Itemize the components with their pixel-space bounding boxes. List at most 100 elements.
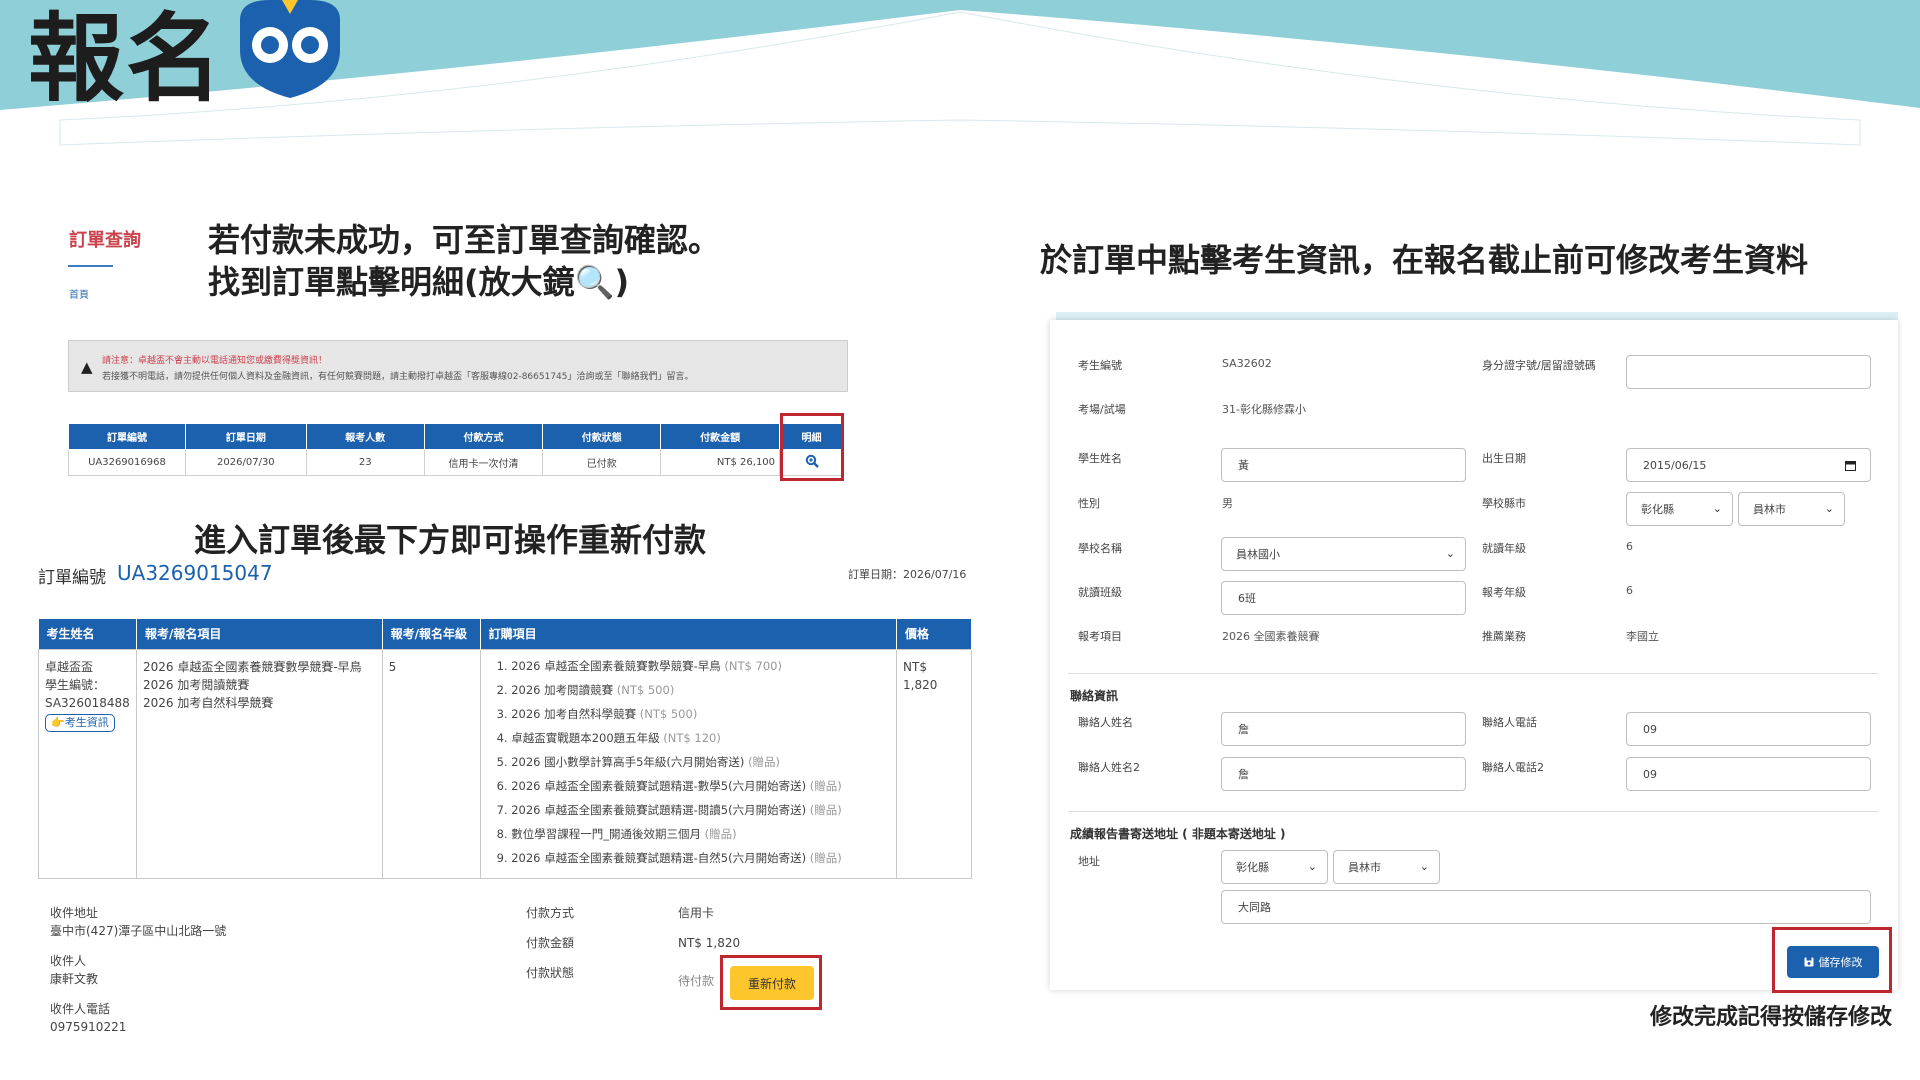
school-name-label: 學校名稱 xyxy=(1078,542,1122,555)
col-grade: 報考/報名年級 xyxy=(382,619,481,649)
mascot-99-logo xyxy=(240,0,340,98)
title-underline xyxy=(68,265,113,267)
scam-warning-notice: ▲ 請注意：卓越盃不會主動以電話通知您或繳費得獎資訊！ 若接獲不明電話，請勿提供… xyxy=(68,340,848,392)
highlight-detail-box xyxy=(780,413,844,481)
contact-name2-label: 聯絡人姓名2 xyxy=(1078,761,1140,774)
school-county-select[interactable]: 彰化縣 ⌄ xyxy=(1626,492,1733,526)
class-input[interactable]: 6班 xyxy=(1221,581,1466,615)
chevron-down-icon: ⌄ xyxy=(1712,502,1722,515)
contact-phone2-input[interactable]: 09 xyxy=(1626,757,1871,791)
exam-item-label: 報考項目 xyxy=(1078,630,1122,643)
shipping-address: 臺中市(427)潭子區中山北路一號 xyxy=(50,924,227,938)
purchase-item: 3. 2026 加考自然科學競賽 (NT$ 500) xyxy=(496,706,698,721)
recipient-phone: 0975910221 xyxy=(50,1020,127,1034)
highlight-repay-box xyxy=(720,955,822,1010)
pay-amount-label: 付款金額 xyxy=(526,936,575,950)
instruction-step2: 進入訂單後最下方即可操作重新付款 xyxy=(194,521,707,559)
cell-order-no: UA3269016968 xyxy=(68,449,186,476)
exam-item: 2026 全國素養競賽 xyxy=(1222,630,1320,643)
birth-date-input[interactable]: 2015/06/15 xyxy=(1626,448,1871,482)
contact-name-label: 聯絡人姓名 xyxy=(1078,716,1133,729)
student-id-label: 學生編號： xyxy=(45,677,106,692)
student-info-button[interactable]: 👉考生資訊 xyxy=(45,713,115,732)
school-name-select[interactable]: 員林國小 ⌄ xyxy=(1221,537,1466,571)
purchase-item: 5. 2026 國小數學計算高手5年級(六月開始寄送) (贈品) xyxy=(496,754,781,769)
divider xyxy=(1068,811,1878,812)
chevron-down-icon: ⌄ xyxy=(1824,502,1834,515)
cell-exam-items: 2026 卓越盃全國素養競賽數學競賽-早鳥 2026 加考閱讀競賽 2026 加… xyxy=(135,648,383,879)
recommend: 李國立 xyxy=(1626,630,1659,643)
cell-pay-method: 信用卡一次付清 xyxy=(423,449,544,476)
chevron-down-icon: ⌄ xyxy=(1419,860,1429,873)
purchase-item: 7. 2026 卓越盃全國素養競賽試題精選-閱讀5(六月開始寄送) (贈品) xyxy=(496,802,842,817)
page: 報名 若付款未成功，可至訂單查詢確認。 找到訂單點擊明細(放大鏡🔍) 進入訂單後… xyxy=(0,0,1920,1080)
order-list-table: 訂單編號 訂單日期 報考人數 付款方式 付款狀態 付款金額 明細 UA32690… xyxy=(68,423,844,476)
instruction-step3: 於訂單中點擊考生資訊，在報名截止前可修改考生資料 xyxy=(1040,241,1809,279)
col-pay-amount: 付款金額 xyxy=(660,423,781,450)
col-price: 價格 xyxy=(896,619,972,649)
cell-grade: 5 xyxy=(381,648,481,879)
school-county-value: 彰化縣 xyxy=(1641,503,1674,516)
birth-date-value: 2015/06/15 xyxy=(1643,458,1707,472)
purchase-item: 1. 2026 卓越盃全國素養競賽數學競賽-早鳥 (NT$ 700) xyxy=(496,658,782,673)
col-count: 報考人數 xyxy=(305,423,425,450)
gender: 男 xyxy=(1222,497,1233,510)
col-student-name: 考生姓名 xyxy=(38,619,137,649)
id-number-input[interactable] xyxy=(1626,355,1871,389)
purchase-item: 2. 2026 加考閱讀競賽 (NT$ 500) xyxy=(496,682,675,697)
purchase-item: 8. 數位學習課程一門_開通後效期三個月 (贈品) xyxy=(496,826,737,841)
recipient: 康軒文教 xyxy=(50,972,99,986)
purchase-item: 9. 2026 卓越盃全國素養競賽試題精選-自然5(六月開始寄送) (贈品) xyxy=(496,850,842,865)
pay-amount: NT$ 1,820 xyxy=(678,936,741,950)
address-county-select[interactable]: 彰化縣 ⌄ xyxy=(1221,850,1328,884)
venue-label: 考場/試場 xyxy=(1078,403,1126,416)
order-detail-date: 訂單日期：2026/07/16 xyxy=(848,568,967,581)
cell-pay-status: 已付款 xyxy=(542,449,662,476)
col-pay-method: 付款方式 xyxy=(423,423,544,450)
cell-price: NT$ 1,820 xyxy=(896,648,972,879)
pay-method: 信用卡 xyxy=(678,906,715,920)
col-exam-items: 報考/報名項目 xyxy=(136,619,383,649)
contact-phone-label: 聯絡人電話 xyxy=(1482,716,1537,729)
gender-label: 性別 xyxy=(1078,497,1100,510)
grade-label: 就讀年級 xyxy=(1482,542,1526,555)
shipping-info: 收件地址 臺中市(427)潭子區中山北路一號 收件人 康軒文教 收件人電話 09… xyxy=(50,904,226,1036)
student-name-input[interactable]: 黃 xyxy=(1221,448,1466,482)
instruction-step1-line2: 找到訂單點擊明細(放大鏡🔍) xyxy=(208,263,630,301)
address-county-value: 彰化縣 xyxy=(1236,861,1269,874)
col-purchase-items: 訂購項目 xyxy=(480,619,898,649)
contact-name2-input[interactable]: 詹 xyxy=(1221,757,1466,791)
address-detail-input[interactable]: 大同路 xyxy=(1221,890,1871,924)
order-query-title: 訂單查詢 xyxy=(69,230,141,251)
address-section-title: 成績報告書寄送地址 ( 非題本寄送地址 ) xyxy=(1070,827,1286,841)
col-order-date: 訂單日期 xyxy=(184,423,307,450)
table-row: UA3269016968 2026/07/30 23 信用卡一次付清 已付款 N… xyxy=(68,449,844,476)
calendar-icon[interactable] xyxy=(1845,460,1856,471)
col-order-no: 訂單編號 xyxy=(68,423,186,450)
school-city-value: 員林市 xyxy=(1753,503,1786,516)
school-city-select[interactable]: 員林市 ⌄ xyxy=(1738,492,1845,526)
highlight-save-box xyxy=(1772,927,1892,993)
address-label: 地址 xyxy=(1078,855,1100,868)
purchase-item: 4. 卓越盃實戰題本200題五年級 (NT$ 120) xyxy=(496,730,721,745)
pay-method-label: 付款方式 xyxy=(526,906,575,920)
exam-grade: 6 xyxy=(1626,584,1633,597)
order-detail-number: UA3269015047 xyxy=(117,561,273,585)
contact-phone-input[interactable]: 09 xyxy=(1626,712,1871,746)
table-row: 卓越盃盃 學生編號： SA326018488 👉考生資訊 2026 卓越盃全國素… xyxy=(38,648,972,879)
cell-order-date: 2026/07/30 xyxy=(184,449,307,476)
cell-purchase-items: 1. 2026 卓越盃全國素養競賽數學競賽-早鳥 (NT$ 700) 2. 20… xyxy=(479,648,898,879)
warning-icon: ▲ xyxy=(81,358,93,376)
chevron-down-icon: ⌄ xyxy=(1445,547,1455,560)
recommend-label: 推薦業務 xyxy=(1482,630,1526,643)
pay-status: 待付款 xyxy=(678,974,715,988)
detail-header-row: 考生姓名 報考/報名項目 報考/報名年級 訂購項目 價格 xyxy=(38,619,972,649)
address-city-select[interactable]: 員林市 ⌄ xyxy=(1333,850,1440,884)
venue: 31-彰化縣修霖小 xyxy=(1222,403,1306,416)
breadcrumb-home[interactable]: 首頁 xyxy=(69,286,89,301)
contact-section-title: 聯絡資訊 xyxy=(1070,689,1119,703)
divider xyxy=(1068,673,1878,674)
recipient-label: 收件人 xyxy=(50,954,87,968)
contact-name-input[interactable]: 詹 xyxy=(1221,712,1466,746)
notice-line2: 若接獲不明電話，請勿提供任何個人資料及金融資訊，有任何競賽問題，請主動撥打卓越盃… xyxy=(102,372,694,382)
